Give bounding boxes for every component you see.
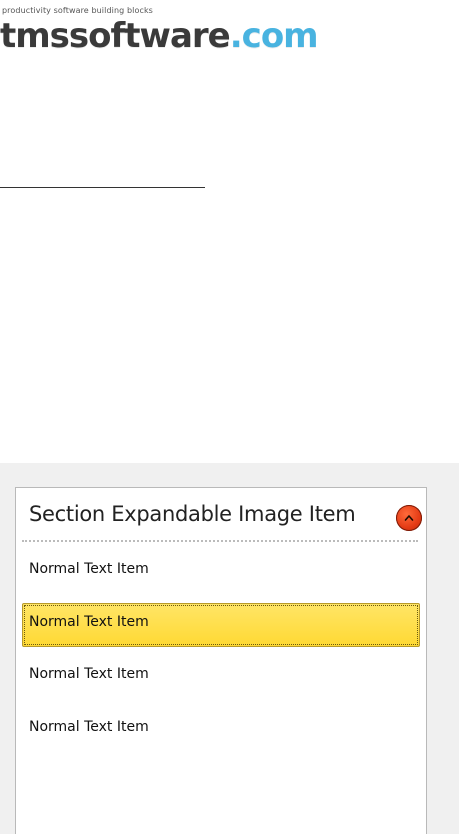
horizontal-rule [0,187,205,188]
chevron-up-icon [404,515,414,521]
list-item[interactable]: Normal Text Item [22,550,420,594]
section-separator [22,540,418,542]
logo-tagline: productivity software building blocks [2,6,153,15]
logo-tld: .com [229,16,319,56]
list-item[interactable]: Normal Text Item [22,708,420,752]
logo-wordmark: tmssoftware.com [0,16,319,56]
page: productivity software building blocks tm… [0,0,459,834]
list-item-label: Normal Text Item [29,666,149,682]
collapse-button[interactable] [396,505,422,531]
list-item-label: Normal Text Item [29,561,149,577]
section-item[interactable]: Section Expandable Image Item [16,488,426,540]
list-item-selected[interactable]: Normal Text Item [22,603,420,647]
section-title: Section Expandable Image Item [29,502,356,526]
demo-panel: Section Expandable Image Item Normal Tex… [0,463,459,834]
tmssoftware-logo: productivity software building blocks tm… [0,6,330,56]
list-item-label: Normal Text Item [29,719,149,735]
list-item[interactable]: Normal Text Item [22,655,420,699]
list-item-label: Normal Text Item [29,614,149,630]
logo-name: tmssoftware [0,16,231,56]
advanced-listbox[interactable]: Section Expandable Image Item Normal Tex… [15,487,427,834]
